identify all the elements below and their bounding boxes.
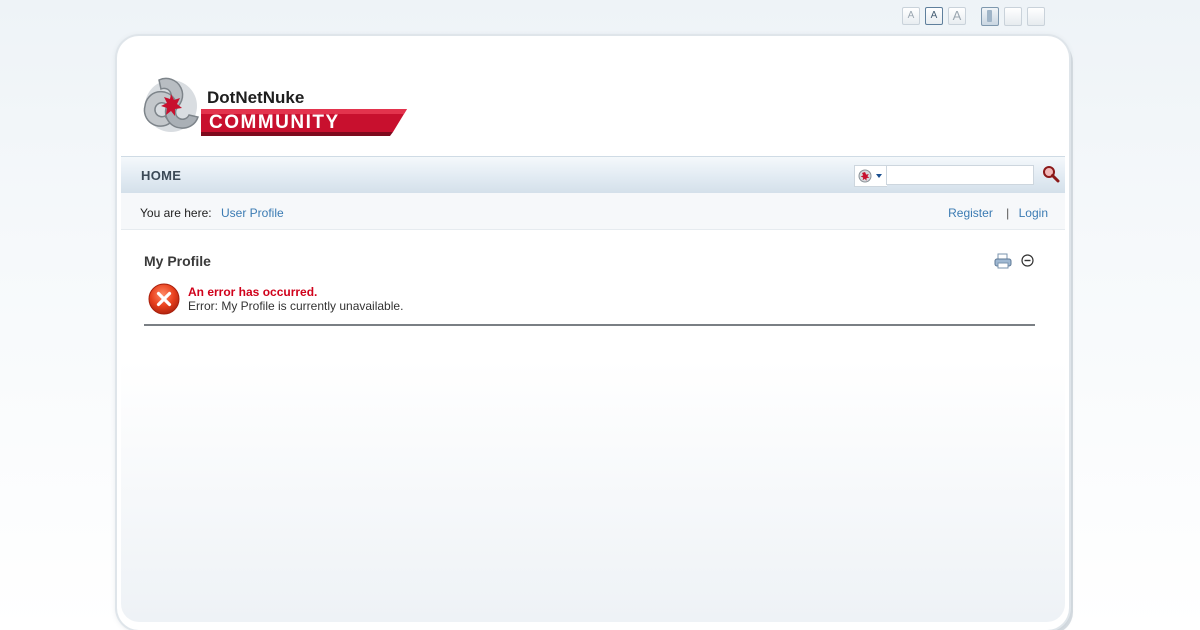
nav-home-link[interactable]: HOME (141, 168, 181, 183)
logo-emblem-icon (143, 77, 199, 132)
font-size-large-button[interactable]: A (948, 7, 966, 25)
width-medium-button[interactable] (1004, 7, 1022, 26)
error-title: An error has occurred. (188, 285, 318, 299)
logo-text-top: DotNetNuke (207, 88, 304, 107)
main-nav-bar: HOME (121, 156, 1065, 194)
error-message: Error: My Profile is currently unavailab… (188, 299, 404, 313)
module-divider (144, 324, 1035, 326)
register-link[interactable]: Register (948, 206, 993, 220)
user-links-separator: | (1006, 206, 1010, 220)
search-icon[interactable] (1042, 165, 1060, 183)
search-provider-dropdown[interactable] (854, 165, 887, 187)
error-icon (148, 283, 180, 315)
minimize-icon[interactable] (1021, 254, 1034, 267)
chevron-down-icon (876, 174, 882, 178)
breadcrumb-label: You are here: (140, 206, 212, 220)
page-content: DotNetNuke COMMUNITY HOME You are here: … (121, 40, 1065, 622)
module-title: My Profile (144, 253, 211, 269)
font-size-small-button[interactable]: A (902, 7, 920, 25)
page-frame: DotNetNuke COMMUNITY HOME You are here: … (117, 36, 1069, 630)
user-links: Register | Login (948, 206, 1048, 220)
dnn-search-provider-icon (858, 169, 882, 183)
breadcrumb: You are here: User Profile Register | Lo… (121, 193, 1065, 230)
font-size-medium-button[interactable]: A (925, 7, 943, 25)
dotnetnuke-community-logo[interactable]: DotNetNuke COMMUNITY (141, 66, 407, 140)
login-link[interactable]: Login (1019, 206, 1048, 220)
print-icon[interactable] (994, 253, 1012, 269)
width-full-button[interactable] (1027, 7, 1045, 26)
logo-text-bottom: COMMUNITY (209, 112, 340, 133)
width-narrow-button[interactable] (981, 7, 999, 26)
breadcrumb-current-link[interactable]: User Profile (221, 206, 284, 220)
search-input[interactable] (886, 165, 1034, 185)
